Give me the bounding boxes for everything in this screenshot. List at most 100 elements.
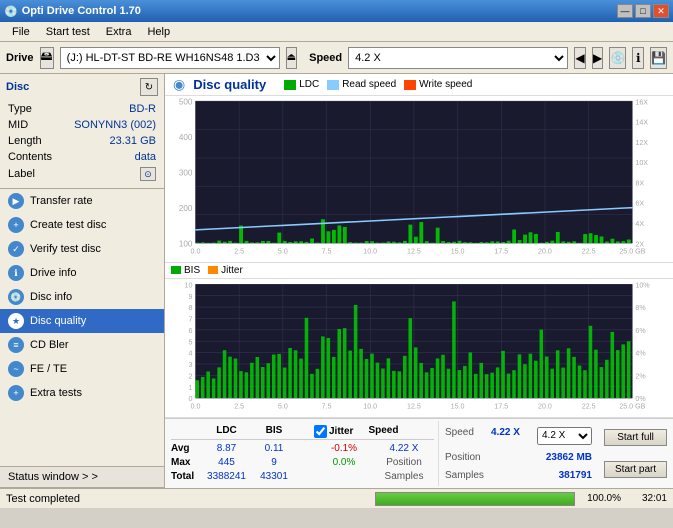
close-button[interactable]: ✕ bbox=[653, 4, 669, 18]
progress-bar bbox=[375, 492, 575, 506]
svg-text:200: 200 bbox=[179, 204, 193, 213]
speed-display-value: 4.22 X bbox=[491, 427, 520, 445]
chart-legend: LDC Read speed Write speed bbox=[284, 79, 472, 90]
legend-ldc-label: LDC bbox=[299, 79, 319, 90]
stats-avg-speed: 4.22 X bbox=[374, 443, 434, 454]
sidebar-item-disc-info[interactable]: 💿 Disc info bbox=[0, 285, 164, 309]
stats-max-row: Max 445 9 0.0% Position bbox=[171, 457, 434, 468]
sidebar-item-create-test-disc[interactable]: + Create test disc bbox=[0, 213, 164, 237]
stats-max-ldc: 445 bbox=[199, 457, 254, 468]
samples-row: Samples 381791 bbox=[445, 470, 592, 481]
disc-label-label: Label bbox=[8, 166, 59, 182]
maximize-button[interactable]: □ bbox=[635, 4, 651, 18]
chart-header: ◉ Disc quality LDC Read speed Write spee… bbox=[165, 74, 673, 96]
legend-write-speed-label: Write speed bbox=[419, 79, 472, 90]
stats-jitter-header: Jitter bbox=[314, 425, 353, 438]
svg-text:5.0: 5.0 bbox=[278, 401, 288, 410]
disc-refresh-button[interactable]: ↻ bbox=[140, 78, 158, 96]
svg-text:25.0 GB: 25.0 GB bbox=[619, 401, 645, 410]
sidebar-item-drive-info[interactable]: ℹ Drive info bbox=[0, 261, 164, 285]
legend-write-speed-box bbox=[404, 80, 416, 90]
main-layout: Disc ↻ Type BD-R MID SONYNN3 (002) Lengt… bbox=[0, 74, 673, 488]
bis-legend-bar: BIS Jitter bbox=[165, 263, 673, 279]
stats-bis-header: BIS bbox=[254, 425, 294, 438]
bottom-stats-area: LDC BIS Jitter Speed Avg 8.87 0.11 -0.1% bbox=[165, 418, 673, 488]
drive-icon: 🖴 bbox=[40, 47, 54, 69]
legend-write-speed: Write speed bbox=[404, 79, 472, 90]
fe-te-icon: ~ bbox=[8, 361, 24, 377]
disc-quality-label: Disc quality bbox=[30, 315, 86, 327]
fe-te-label: FE / TE bbox=[30, 363, 67, 375]
menu-file[interactable]: File bbox=[4, 24, 38, 40]
speed-right-button[interactable]: ▶ bbox=[592, 47, 604, 69]
drive-select[interactable]: (J:) HL-DT-ST BD-RE WH16NS48 1.D3 bbox=[60, 47, 280, 69]
legend-ldc: LDC bbox=[284, 79, 319, 90]
disc-icon-button[interactable]: 💿 bbox=[609, 47, 626, 69]
verify-test-disc-label: Verify test disc bbox=[30, 243, 101, 255]
svg-text:15.0: 15.0 bbox=[451, 247, 465, 255]
svg-text:4: 4 bbox=[188, 348, 192, 357]
stats-right-panel: Speed 4.22 X 4.2 X Position 23862 MB Sam… bbox=[438, 421, 598, 486]
sidebar-item-transfer-rate[interactable]: ▶ Transfer rate bbox=[0, 189, 164, 213]
svg-text:12X: 12X bbox=[635, 139, 648, 147]
speed-left-button[interactable]: ◀ bbox=[574, 47, 586, 69]
disc-contents-value: data bbox=[61, 150, 156, 164]
svg-text:16X: 16X bbox=[635, 98, 648, 106]
stats-max-bis: 9 bbox=[254, 457, 294, 468]
svg-text:20.0: 20.0 bbox=[538, 401, 552, 410]
drive-info-icon: ℹ bbox=[8, 265, 24, 281]
drive-info-label: Drive info bbox=[30, 267, 76, 279]
menu-help[interactable]: Help bbox=[139, 24, 178, 40]
minimize-button[interactable]: — bbox=[617, 4, 633, 18]
stats-total-speed-label: Samples bbox=[374, 471, 434, 482]
legend-read-speed: Read speed bbox=[327, 79, 396, 90]
speed-dropdown[interactable]: 4.2 X bbox=[537, 427, 592, 445]
status-window-button[interactable]: Status window > > bbox=[0, 467, 164, 488]
svg-text:15.0: 15.0 bbox=[451, 401, 465, 410]
cd-bler-label: CD Bler bbox=[30, 339, 69, 351]
speed-label: Speed bbox=[309, 52, 342, 64]
sidebar-item-fe-te[interactable]: ~ FE / TE bbox=[0, 357, 164, 381]
speed-select[interactable]: 4.2 X bbox=[348, 47, 568, 69]
sidebar-item-extra-tests[interactable]: + Extra tests bbox=[0, 381, 164, 405]
legend-bis-box bbox=[171, 266, 181, 274]
create-test-disc-label: Create test disc bbox=[30, 219, 106, 231]
sidebar-item-cd-bler[interactable]: ≡ CD Bler bbox=[0, 333, 164, 357]
svg-text:10X: 10X bbox=[635, 159, 648, 167]
stats-total-bis: 43301 bbox=[254, 471, 294, 482]
transfer-rate-icon: ▶ bbox=[8, 193, 24, 209]
svg-text:2.5: 2.5 bbox=[234, 247, 244, 255]
app-icon: 💿 bbox=[4, 5, 18, 18]
drive-label: Drive bbox=[6, 52, 34, 64]
stats-avg-ldc: 8.87 bbox=[199, 443, 254, 454]
stats-avg-label: Avg bbox=[171, 443, 199, 454]
disc-mid-value: SONYNN3 (002) bbox=[61, 118, 156, 132]
eject-button[interactable]: ⏏ bbox=[286, 47, 297, 69]
disc-label-icon[interactable]: ⊙ bbox=[140, 167, 156, 181]
position-row: Position 23862 MB bbox=[445, 452, 592, 463]
svg-text:3: 3 bbox=[188, 360, 192, 369]
sidebar-item-verify-test-disc[interactable]: ✓ Verify test disc bbox=[0, 237, 164, 261]
start-part-button[interactable]: Start part bbox=[604, 461, 667, 478]
legend-jitter: Jitter bbox=[208, 265, 243, 276]
legend-ldc-box bbox=[284, 80, 296, 90]
extra-tests-label: Extra tests bbox=[30, 387, 82, 399]
svg-text:2%: 2% bbox=[635, 371, 646, 380]
jitter-checkbox[interactable] bbox=[314, 425, 327, 438]
svg-text:6: 6 bbox=[188, 326, 192, 335]
stats-speed-header: Speed bbox=[353, 425, 413, 438]
svg-text:22.5: 22.5 bbox=[582, 247, 596, 255]
menu-extra[interactable]: Extra bbox=[98, 24, 140, 40]
speed-row: Speed 4.22 X 4.2 X bbox=[445, 427, 592, 445]
content-area: ◉ Disc quality LDC Read speed Write spee… bbox=[165, 74, 673, 488]
save-icon-button[interactable]: 💾 bbox=[650, 47, 667, 69]
menu-start-test[interactable]: Start test bbox=[38, 24, 98, 40]
svg-text:8%: 8% bbox=[635, 303, 646, 312]
legend-bis-label: BIS bbox=[184, 265, 200, 276]
sidebar-item-disc-quality[interactable]: ★ Disc quality bbox=[0, 309, 164, 333]
svg-text:9: 9 bbox=[188, 292, 192, 301]
start-full-button[interactable]: Start full bbox=[604, 429, 667, 446]
stats-header-row: LDC BIS Jitter Speed bbox=[171, 425, 434, 440]
info-icon-button[interactable]: ℹ bbox=[632, 47, 644, 69]
legend-jitter-box bbox=[208, 266, 218, 274]
